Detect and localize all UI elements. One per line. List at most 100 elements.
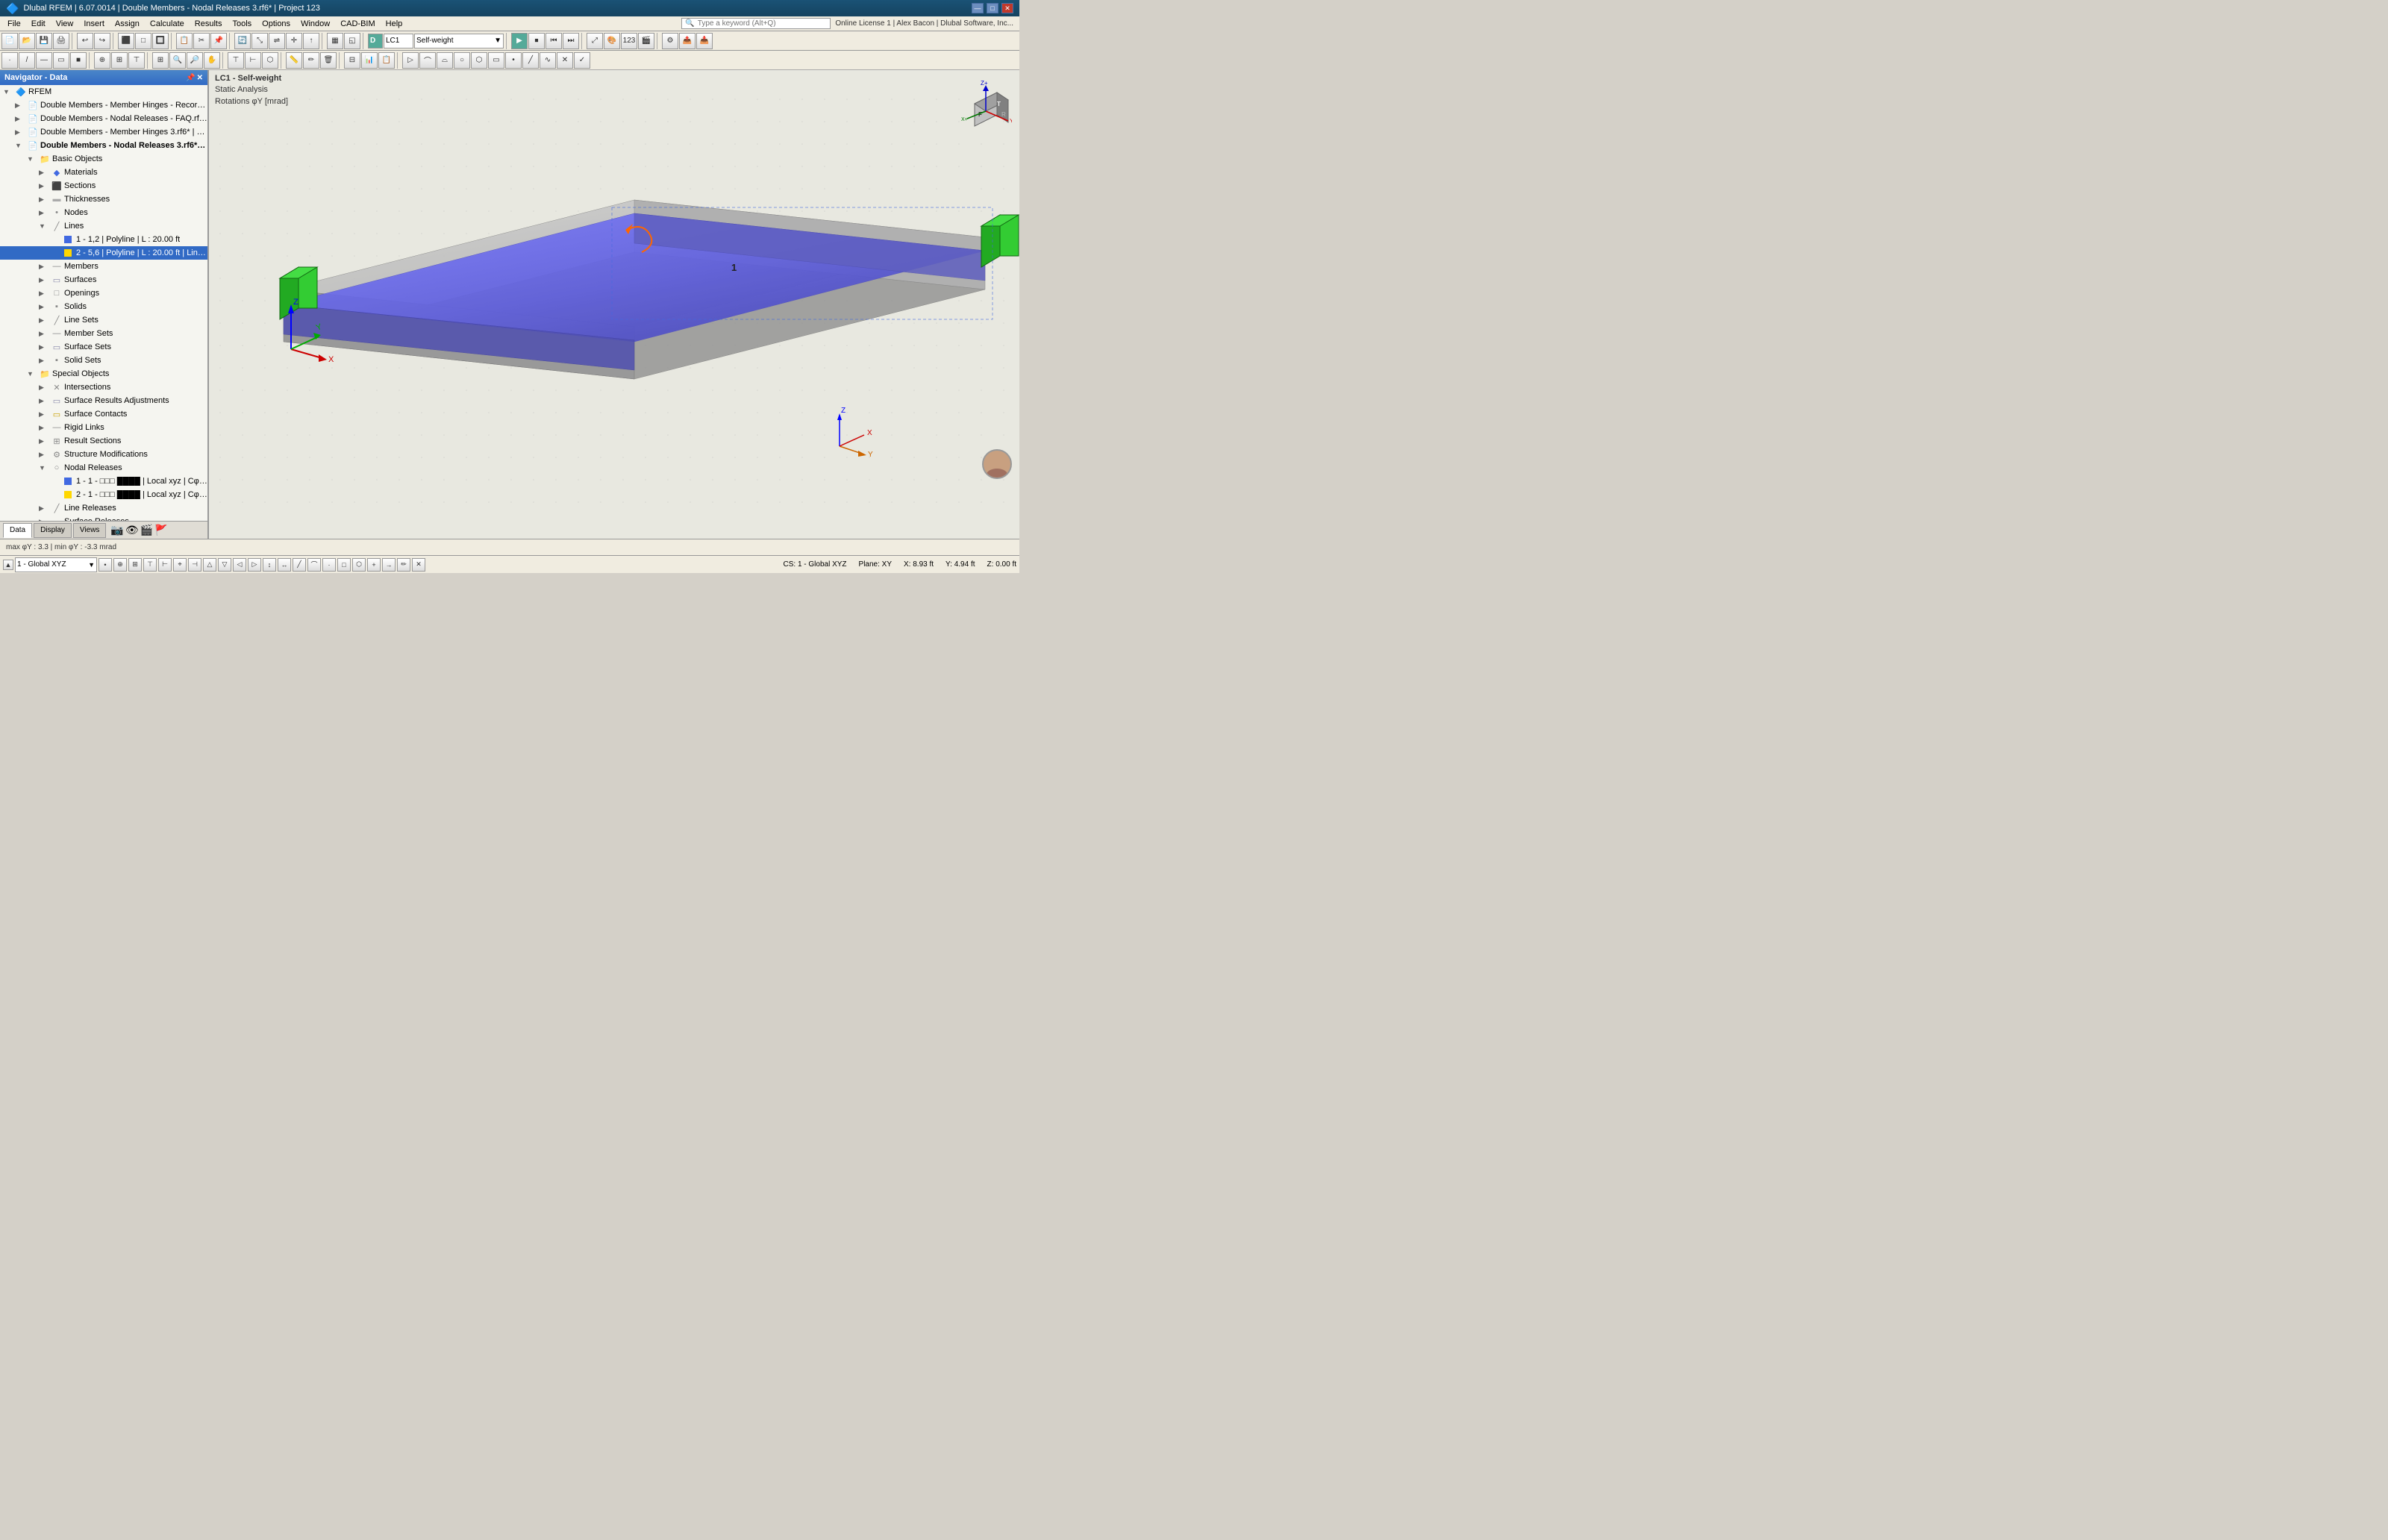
menu-results[interactable]: Results <box>190 19 227 29</box>
tree-surfacesets[interactable]: ▶ ▭ Surface Sets <box>0 340 207 354</box>
navigator-close-btn[interactable]: ✕ <box>197 74 203 82</box>
minimize-btn[interactable]: — <box>972 3 984 13</box>
toolbar2-zoom-out[interactable]: 🔎 <box>187 52 203 69</box>
toolbar2-table[interactable]: 📋 <box>378 52 395 69</box>
toolbar2-arc[interactable]: ⌓ <box>437 52 453 69</box>
lc-id-combo[interactable]: LC1 <box>384 34 413 48</box>
toolbar-scale[interactable]: ⤡ <box>251 33 268 49</box>
toolbar-export[interactable]: 📤 <box>679 33 696 49</box>
bottom-arrow-btn[interactable]: → <box>382 558 396 572</box>
toolbar-next[interactable]: ⏭ <box>563 33 579 49</box>
toolbar2-section[interactable]: ⊟ <box>344 52 360 69</box>
toolbar-save[interactable]: 💾 <box>36 33 52 49</box>
toolbar-copy[interactable]: 📋 <box>176 33 193 49</box>
lc-type-combo[interactable]: D <box>368 34 383 48</box>
menu-cadbim[interactable]: CAD-BIM <box>336 19 379 29</box>
toolbar2-delete[interactable]: 🗑 <box>320 52 337 69</box>
tree-surfaces[interactable]: ▶ ▭ Surfaces <box>0 273 207 287</box>
toolbar2-surface[interactable]: ▭ <box>53 52 69 69</box>
menu-insert[interactable]: Insert <box>79 19 109 29</box>
tree-nodes[interactable]: ▶ • Nodes <box>0 206 207 219</box>
toolbar-move[interactable]: ✛ <box>286 33 302 49</box>
toolbar2-result[interactable]: 📊 <box>361 52 378 69</box>
close-btn[interactable]: ✕ <box>1001 3 1013 13</box>
menu-edit[interactable]: Edit <box>27 19 50 29</box>
bottom-line-btn[interactable]: ╱ <box>293 558 306 572</box>
bottom-del-btn[interactable]: ✕ <box>412 558 425 572</box>
toolbar2-point[interactable]: • <box>505 52 522 69</box>
tree-openings[interactable]: ▶ □ Openings <box>0 287 207 300</box>
toolbar2-check[interactable]: ✓ <box>574 52 590 69</box>
toolbar-render[interactable]: ▦ <box>327 33 343 49</box>
toolbar-new[interactable]: 📄 <box>1 33 18 49</box>
menu-help[interactable]: Help <box>381 19 407 29</box>
bottom-snap1[interactable]: • <box>99 558 112 572</box>
tree-materials[interactable]: ▶ ◆ Materials <box>0 166 207 179</box>
bottom-edit-btn[interactable]: ✏ <box>397 558 410 572</box>
toolbar-undo[interactable]: ↩ <box>77 33 93 49</box>
toolbar-settings[interactable]: ⚙ <box>662 33 678 49</box>
toolbar2-line[interactable]: / <box>19 52 35 69</box>
tree-file1[interactable]: ▶ 📄 Double Members - Member Hinges - Rec… <box>0 98 207 112</box>
toolbar2-member[interactable]: — <box>36 52 52 69</box>
bottom-snap7[interactable]: ⊣ <box>188 558 201 572</box>
toolbar2-zoom-all[interactable]: ⊞ <box>152 52 169 69</box>
nav-tab-data[interactable]: Data <box>3 523 32 538</box>
toolbar2-shape[interactable]: ▷ <box>402 52 419 69</box>
toolbar2-annotate[interactable]: ✏ <box>303 52 319 69</box>
menu-tools[interactable]: Tools <box>228 19 256 29</box>
bottom-snap6[interactable]: ⌖ <box>173 558 187 572</box>
toolbar2-node[interactable]: · <box>1 52 18 69</box>
toolbar2-snap[interactable]: ⊕ <box>94 52 110 69</box>
bottom-hex-btn[interactable]: ⬡ <box>352 558 366 572</box>
toolbar2-iso[interactable]: ⬡ <box>262 52 278 69</box>
nav-eye-icon[interactable]: 👁 <box>125 524 139 536</box>
toolbar2-grid[interactable]: ⊞ <box>111 52 128 69</box>
bottom-snap3[interactable]: ⊞ <box>128 558 142 572</box>
bottom-snap8[interactable]: △ <box>203 558 216 572</box>
bottom-dot-btn[interactable]: · <box>322 558 336 572</box>
bottom-snap10[interactable]: ◁ <box>233 558 246 572</box>
toolbar2-measure[interactable]: 📏 <box>286 52 302 69</box>
toolbar-values[interactable]: 123 <box>621 33 637 49</box>
tree-linereleases[interactable]: ▶ ╱ Line Releases <box>0 501 207 515</box>
tree-line2[interactable]: 2 - 5,6 | Polyline | L : 20.00 ft | Line… <box>0 246 207 260</box>
bottom-box-btn[interactable]: □ <box>337 558 351 572</box>
toolbar2-line2[interactable]: ╱ <box>522 52 539 69</box>
menu-file[interactable]: File <box>3 19 25 29</box>
toolbar-multi[interactable]: 🔲 <box>152 33 169 49</box>
toolbar-paste[interactable]: 📌 <box>210 33 227 49</box>
tree-surfcontacts[interactable]: ▶ ▭ Surface Contacts <box>0 407 207 421</box>
bottom-cs-btn[interactable]: ▲ <box>3 560 13 570</box>
toolbar2-top[interactable]: ⊤ <box>228 52 244 69</box>
toolbar-open[interactable]: 📂 <box>19 33 35 49</box>
tree-file3[interactable]: ▶ 📄 Double Members - Member Hinges 3.rf6… <box>0 125 207 139</box>
tree-basic-objects[interactable]: ▼ 📁 Basic Objects <box>0 152 207 166</box>
viewport[interactable]: LC1 - Self-weight Static Analysis Rotati… <box>209 70 1019 539</box>
tree-file2[interactable]: ▶ 📄 Double Members - Nodal Releases - FA… <box>0 112 207 125</box>
nav-flag-icon[interactable]: 🚩 <box>154 524 167 536</box>
compass-cube[interactable]: F T R Z+ Y+ X+ <box>960 78 1012 130</box>
toolbar2-front[interactable]: ⊢ <box>245 52 261 69</box>
tree-line1[interactable]: 1 - 1,2 | Polyline | L : 20.00 ft <box>0 233 207 246</box>
bottom-snap12[interactable]: ↕ <box>263 558 276 572</box>
nav-film-icon[interactable]: 🎬 <box>140 524 153 536</box>
toolbar2-polygon[interactable]: ⬡ <box>471 52 487 69</box>
toolbar2-spline[interactable]: ∿ <box>540 52 556 69</box>
tree-sections[interactable]: ▶ ⬛ Sections <box>0 179 207 192</box>
tree-linesets[interactable]: ▶ ╱ Line Sets <box>0 313 207 327</box>
toolbar2-ortho[interactable]: ⊤ <box>128 52 145 69</box>
lc-name-combo[interactable]: Self-weight ▼ <box>414 34 504 48</box>
tree-lines[interactable]: ▼ ╱ Lines <box>0 219 207 233</box>
menu-options[interactable]: Options <box>257 19 295 29</box>
toolbar-select[interactable]: ⬛ <box>118 33 134 49</box>
toolbar-import[interactable]: 📥 <box>696 33 713 49</box>
bottom-cross-btn[interactable]: + <box>367 558 381 572</box>
toolbar2-cross[interactable]: ✕ <box>557 52 573 69</box>
toolbar-extrude[interactable]: ↑ <box>303 33 319 49</box>
nav-camera-icon[interactable]: 📷 <box>110 524 123 536</box>
toolbar2-circle[interactable]: ○ <box>454 52 470 69</box>
tree-thicknesses[interactable]: ▶ ▬ Thicknesses <box>0 192 207 206</box>
toolbar-wire[interactable]: ◱ <box>344 33 360 49</box>
tree-rigidlinks[interactable]: ▶ — Rigid Links <box>0 421 207 434</box>
